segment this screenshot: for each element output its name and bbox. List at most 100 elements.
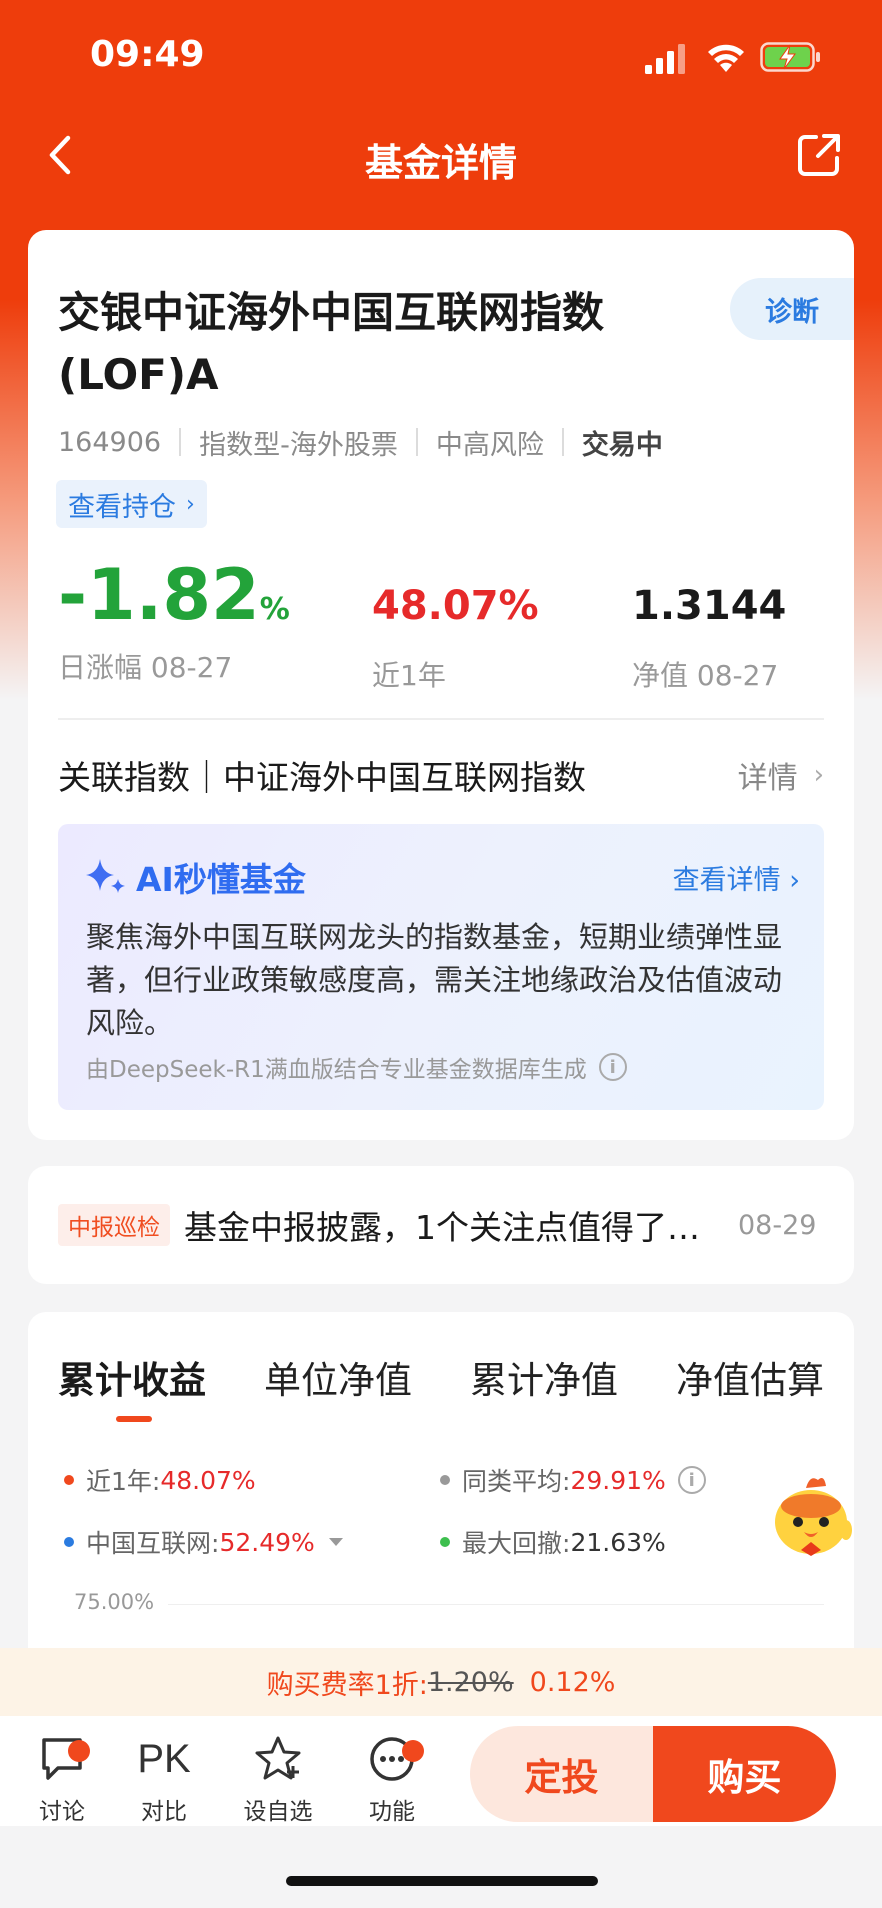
wifi-icon [708, 44, 744, 72]
chevron-right-icon: › [789, 864, 800, 896]
add-watchlist-button[interactable]: 设自选 [238, 1734, 318, 1826]
news-date: 08-29 [738, 1209, 817, 1241]
ai-view-details-label: 查看详情 [672, 864, 781, 896]
buy-button[interactable]: 购买 [653, 1726, 836, 1822]
star-plus-icon [255, 1736, 301, 1780]
legend-china-internet[interactable]: 中国互联网: 52.49% [64, 1524, 343, 1560]
legend-value: 29.91% [570, 1465, 666, 1495]
discuss-button[interactable]: 讨论 [22, 1734, 102, 1826]
nav-value-stat: 1.3144 净值 08-27 [632, 586, 786, 694]
fee-prefix: 购买费率1折: [266, 1669, 428, 1701]
news-tag: 中报巡检 [58, 1204, 170, 1246]
notification-badge [402, 1740, 424, 1762]
sparkle-icon [86, 859, 125, 893]
related-index-text: 关联指数｜中证海外中国互联网指数 [58, 758, 586, 797]
compare-label: 对比 [141, 1799, 187, 1825]
related-index-detail[interactable]: 详情 › [738, 753, 824, 797]
functions-label: 功能 [369, 1799, 415, 1825]
legend-max-drawdown: 最大回撤: 21.63% [440, 1524, 666, 1560]
one-year-return-label: 近1年 [372, 659, 446, 692]
legend-label: 近1年: [86, 1467, 161, 1496]
discuss-label: 讨论 [39, 1799, 85, 1825]
mascot-chick-icon[interactable] [766, 1470, 856, 1560]
diagnose-button[interactable]: 诊断 [730, 278, 854, 340]
dropdown-caret-icon[interactable] [328, 1538, 343, 1546]
sip-button[interactable]: 定投 [470, 1726, 653, 1822]
watchlist-label: 设自选 [243, 1799, 313, 1825]
fund-risk: 中高风险 [435, 429, 544, 461]
ai-summary-text: 聚焦海外中国互联网龙头的指数基金，短期业绩弹性显著，但行业政策敏感度高，需关注地… [86, 920, 783, 1040]
pk-icon: PK [137, 1737, 191, 1781]
tab-unit-nav[interactable]: 单位净值 [264, 1350, 412, 1404]
fee-discount-bar: 购买费率1折: 1.20% 0.12% [0, 1648, 882, 1716]
daily-change-stat: -1.82% 日涨幅 08-27 [58, 560, 290, 686]
home-indicator-area [0, 1826, 882, 1908]
one-year-return-stat: 48.07% 近1年 [372, 586, 539, 694]
home-indicator[interactable] [286, 1876, 598, 1886]
fund-type: 指数型-海外股票 [199, 429, 398, 461]
ai-view-details-link[interactable]: 查看详情 › [673, 858, 800, 897]
news-headline[interactable]: 基金中报披露，1个关注点值得了… [184, 1201, 724, 1249]
page-title: 基金详情 [364, 141, 517, 185]
legend-dot [64, 1537, 74, 1547]
legend-label: 最大回撤: [462, 1529, 571, 1558]
legend-dot [440, 1475, 450, 1485]
y-tick-label: 75.00% [74, 1590, 155, 1614]
nav-value: 1.3144 [632, 583, 787, 629]
legend-value: 52.49% [219, 1527, 315, 1557]
notification-badge [68, 1740, 90, 1762]
chevron-right-icon: › [186, 491, 195, 517]
ai-summary-box: AI秒懂基金 查看详情 › 聚焦海外中国互联网龙头的指数基金，短期业绩弹性显著，… [58, 824, 824, 1110]
functions-button[interactable]: 功能 [352, 1734, 432, 1826]
trade-status: 交易中 [581, 429, 663, 461]
status-time: 09:49 [90, 34, 205, 75]
status-bar: 09:49 [0, 0, 882, 110]
news-card[interactable]: 中报巡检 基金中报披露，1个关注点值得了… 08-29 [28, 1166, 854, 1284]
legend-dot [64, 1475, 74, 1485]
info-icon[interactable]: i [598, 1053, 627, 1081]
fee-original: 1.20% [427, 1666, 514, 1698]
view-holdings-label: 查看持仓 [68, 491, 176, 523]
nav-value-label: 净值 08-27 [632, 659, 779, 692]
share-icon[interactable] [796, 132, 842, 178]
view-holdings-button[interactable]: 查看持仓 › [56, 480, 207, 528]
cellular-signal-icon [645, 44, 685, 74]
legend-label: 中国互联网: [86, 1529, 220, 1558]
legend-value: 21.63% [570, 1527, 666, 1557]
bottom-action-bar: 讨论 PK 对比 设自选 功能 定投 购买 [0, 1716, 882, 1826]
fee-discounted: 0.12% [529, 1666, 616, 1698]
daily-change-value: -1.82 [58, 554, 260, 636]
meta-divider [561, 428, 564, 456]
fund-name: 交银中证海外中国互联网指数(LOF)A [58, 288, 605, 399]
fund-code: 164906 [58, 426, 162, 458]
legend-peer-average: 同类平均: 29.91% i [440, 1462, 706, 1498]
legend-one-year: 近1年: 48.07% [64, 1462, 256, 1498]
tab-cumulative-nav[interactable]: 累计净值 [470, 1350, 618, 1404]
divider [58, 718, 824, 720]
ai-summary-title-text: AI秒懂基金 [136, 860, 306, 899]
legend-value: 48.07% [160, 1465, 256, 1495]
tab-nav-estimate[interactable]: 净值估算 [676, 1350, 824, 1404]
ai-summary-title: AI秒懂基金 [84, 853, 306, 901]
daily-change-label: 日涨幅 08-27 [58, 651, 233, 684]
battery-charging-icon [760, 42, 820, 72]
chart-gridline [168, 1604, 824, 1605]
fund-info-card: 交银中证海外中国互联网指数(LOF)A 诊断 164906 指数型-海外股票 中… [28, 230, 854, 1140]
one-year-return-value: 48.07% [372, 583, 539, 629]
ai-source-text: 由DeepSeek-R1满血版结合专业基金数据库生成 [86, 1057, 587, 1083]
tab-cumulative-return[interactable]: 累计收益 [58, 1350, 206, 1422]
compare-button[interactable]: PK 对比 [124, 1734, 204, 1826]
meta-divider [179, 428, 182, 456]
fund-meta: 164906 指数型-海外股票 中高风险 交易中 [58, 422, 663, 462]
related-index-detail-label: 详情 [737, 761, 798, 796]
ai-source-note: 由DeepSeek-R1满血版结合专业基金数据库生成 i [86, 1050, 627, 1084]
chevron-right-icon: › [813, 760, 824, 790]
chart-tabs: 累计收益 单位净值 累计净值 净值估算 [58, 1350, 824, 1422]
purchase-buttons: 定投 购买 [470, 1726, 836, 1822]
info-icon[interactable]: i [677, 1466, 706, 1494]
legend-dot [440, 1537, 450, 1547]
meta-divider [415, 428, 418, 456]
related-index-row[interactable]: 关联指数｜中证海外中国互联网指数 详情 › [58, 740, 824, 810]
daily-change-unit: % [259, 592, 290, 627]
legend-label: 同类平均: [462, 1467, 571, 1496]
